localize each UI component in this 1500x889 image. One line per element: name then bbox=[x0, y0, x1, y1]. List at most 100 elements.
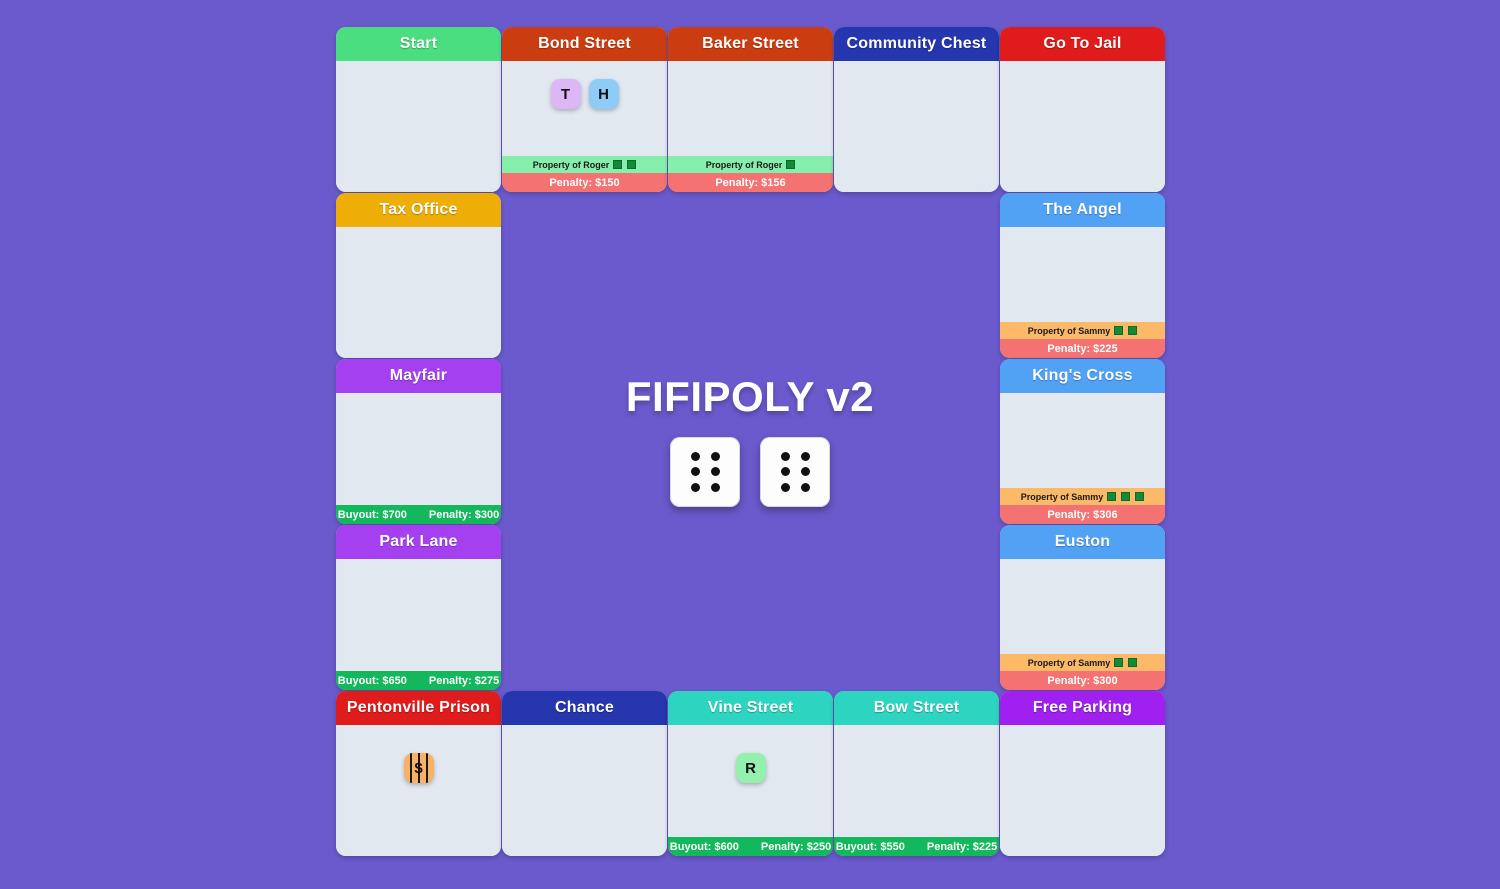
cell-body-community-chest bbox=[834, 61, 999, 192]
penalty-strip-bond-street: Penalty: $150 bbox=[502, 173, 667, 192]
board-cell-kings-cross[interactable]: King's Cross Property of Sammy Penalty: $3… bbox=[1000, 359, 1165, 524]
buyout-price: Buyout: $600 bbox=[669, 840, 739, 853]
cell-body-baker-street bbox=[668, 61, 833, 156]
cell-title-vine-street: Vine Street bbox=[668, 691, 833, 725]
penalty-price: Penalty: $225 bbox=[926, 840, 998, 853]
owner-strip-the-angel: Property of Sammy bbox=[1000, 322, 1165, 339]
price-strip-bow-street: Buyout: $550 Penalty: $225 bbox=[834, 837, 999, 856]
board-cell-bow-street[interactable]: Bow Street Buyout: $550 Penalty: $225 bbox=[834, 691, 999, 856]
dice-row bbox=[670, 437, 830, 507]
house-icon bbox=[627, 160, 637, 169]
cell-title-baker-street: Baker Street bbox=[668, 27, 833, 61]
house-markers bbox=[1114, 658, 1138, 667]
cell-title-tax-office: Tax Office bbox=[336, 193, 501, 227]
cell-title-euston: Euston bbox=[1000, 525, 1165, 559]
board-cell-the-angel[interactable]: The Angel Property of Sammy Penalty: $225 bbox=[1000, 193, 1165, 358]
board-cell-chance[interactable]: Chance bbox=[502, 691, 667, 856]
cell-title-chance: Chance bbox=[502, 691, 667, 725]
cell-body-start bbox=[336, 61, 501, 192]
owner-strip-baker-street: Property of Roger bbox=[668, 156, 833, 173]
cell-body-vine-street: R bbox=[668, 725, 833, 837]
cell-title-the-angel: The Angel bbox=[1000, 193, 1165, 227]
cell-title-free-parking: Free Parking bbox=[1000, 691, 1165, 725]
die-pip bbox=[800, 452, 810, 462]
die-pip bbox=[710, 467, 720, 477]
token-label: H bbox=[598, 85, 609, 103]
penalty-price: Penalty: $300 bbox=[428, 508, 500, 521]
player-token-h[interactable]: H bbox=[588, 79, 619, 109]
cell-body-free-parking bbox=[1000, 725, 1165, 856]
buyout-price: Buyout: $650 bbox=[337, 674, 407, 687]
die-pip bbox=[800, 467, 810, 477]
board-cell-baker-street[interactable]: Baker Street Property of Roger Penalty: $1… bbox=[668, 27, 833, 192]
owner-label: Property of Roger bbox=[705, 159, 783, 170]
die-2[interactable] bbox=[760, 437, 830, 507]
cell-body-park-lane bbox=[336, 559, 501, 671]
player-token-money[interactable]: $ bbox=[403, 753, 434, 783]
board-cell-mayfair[interactable]: Mayfair Buyout: $700 Penalty: $300 bbox=[336, 359, 501, 524]
price-strip-park-lane: Buyout: $650 Penalty: $275 bbox=[336, 671, 501, 690]
penalty-price: Penalty: $275 bbox=[428, 674, 500, 687]
cell-title-park-lane: Park Lane bbox=[336, 525, 501, 559]
house-icon bbox=[1121, 492, 1131, 501]
board-cell-pentonville-prison[interactable]: Pentonville Prison $ bbox=[336, 691, 501, 856]
die-pip bbox=[690, 452, 700, 462]
cell-body-go-to-jail bbox=[1000, 61, 1165, 192]
house-markers bbox=[613, 160, 637, 169]
cell-title-go-to-jail: Go To Jail bbox=[1000, 27, 1165, 61]
cell-body-euston bbox=[1000, 559, 1165, 654]
house-icon bbox=[1128, 658, 1138, 667]
board-cell-tax-office[interactable]: Tax Office bbox=[336, 193, 501, 358]
cell-title-mayfair: Mayfair bbox=[336, 359, 501, 393]
jail-bars-icon bbox=[404, 753, 434, 783]
die-pip bbox=[780, 467, 790, 477]
token-label: $ bbox=[414, 759, 423, 777]
house-icon bbox=[1114, 658, 1124, 667]
penalty-strip-the-angel: Penalty: $225 bbox=[1000, 339, 1165, 358]
die-pip bbox=[710, 482, 720, 492]
board-cell-euston[interactable]: Euston Property of Sammy Penalty: $300 bbox=[1000, 525, 1165, 690]
penalty-strip-baker-street: Penalty: $156 bbox=[668, 173, 833, 192]
die-pip bbox=[690, 467, 700, 477]
house-icon bbox=[786, 160, 796, 169]
cell-title-pentonville-prison: Pentonville Prison bbox=[336, 691, 501, 725]
board-cell-go-to-jail[interactable]: Go To Jail bbox=[1000, 27, 1165, 192]
board-cell-start[interactable]: Start bbox=[336, 27, 501, 192]
price-strip-vine-street: Buyout: $600 Penalty: $250 bbox=[668, 837, 833, 856]
cell-body-the-angel bbox=[1000, 227, 1165, 322]
cell-title-start: Start bbox=[336, 27, 501, 61]
owner-strip-kings-cross: Property of Sammy bbox=[1000, 488, 1165, 505]
die-pip bbox=[780, 482, 790, 492]
board-cell-free-parking[interactable]: Free Parking bbox=[1000, 691, 1165, 856]
board-cell-vine-street[interactable]: Vine Street R Buyout: $600 Penalty: $250 bbox=[668, 691, 833, 856]
die-pip bbox=[780, 452, 790, 462]
house-icon bbox=[1128, 326, 1138, 335]
player-tokens: R bbox=[668, 753, 833, 783]
owner-label: Property of Roger bbox=[532, 159, 610, 170]
house-icon bbox=[1107, 492, 1117, 501]
player-token-t[interactable]: T bbox=[550, 79, 581, 109]
cell-title-community-chest: Community Chest bbox=[834, 27, 999, 61]
token-label: R bbox=[745, 759, 756, 777]
die-1[interactable] bbox=[670, 437, 740, 507]
player-token-r[interactable]: R bbox=[735, 753, 766, 783]
house-icon bbox=[613, 160, 623, 169]
die-pip bbox=[710, 452, 720, 462]
board-cell-park-lane[interactable]: Park Lane Buyout: $650 Penalty: $275 bbox=[336, 525, 501, 690]
cell-body-chance bbox=[502, 725, 667, 856]
owner-label: Property of Sammy bbox=[1020, 491, 1104, 502]
owner-strip-bond-street: Property of Roger bbox=[502, 156, 667, 173]
owner-strip-euston: Property of Sammy bbox=[1000, 654, 1165, 671]
penalty-strip-kings-cross: Penalty: $306 bbox=[1000, 505, 1165, 524]
house-icon bbox=[1135, 492, 1145, 501]
cell-body-pentonville-prison: $ bbox=[336, 725, 501, 856]
player-tokens: TH bbox=[502, 79, 667, 109]
die-pip bbox=[690, 482, 700, 492]
house-markers bbox=[786, 160, 796, 169]
buyout-price: Buyout: $700 bbox=[337, 508, 407, 521]
cell-title-kings-cross: King's Cross bbox=[1000, 359, 1165, 393]
buyout-price: Buyout: $550 bbox=[835, 840, 905, 853]
board-cell-bond-street[interactable]: Bond Street T H Property of Roger Penalty: $… bbox=[502, 27, 667, 192]
board-cell-community-chest[interactable]: Community Chest bbox=[834, 27, 999, 192]
cell-body-mayfair bbox=[336, 393, 501, 505]
